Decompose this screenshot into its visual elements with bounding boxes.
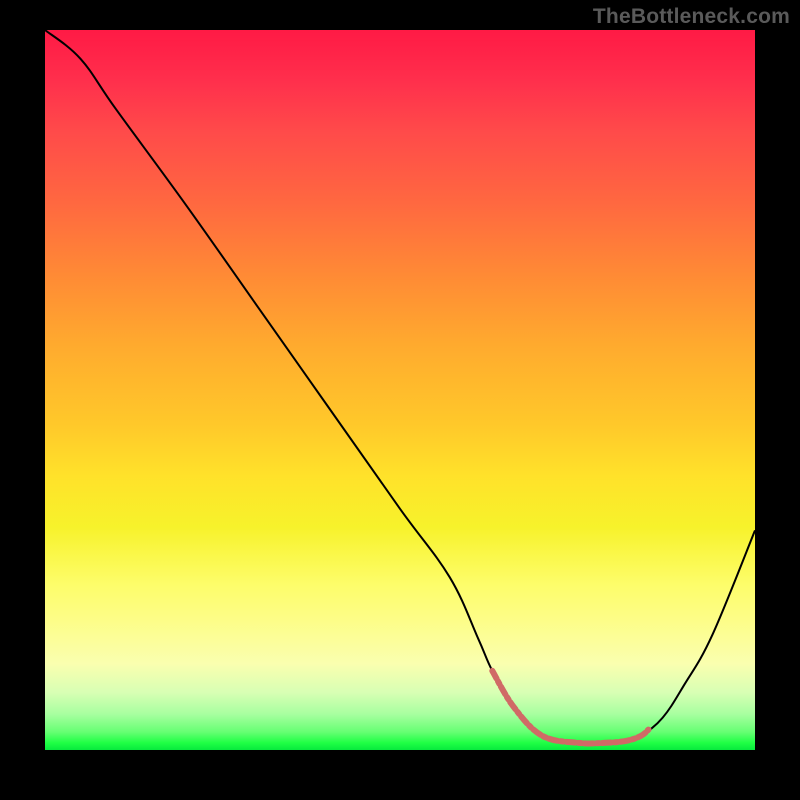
plot-area (45, 30, 755, 750)
accent-segment (492, 671, 648, 744)
curve-line (45, 30, 755, 743)
bottleneck-curve (45, 30, 755, 750)
chart-container: TheBottleneck.com (0, 0, 800, 800)
watermark-text: TheBottleneck.com (593, 5, 790, 29)
